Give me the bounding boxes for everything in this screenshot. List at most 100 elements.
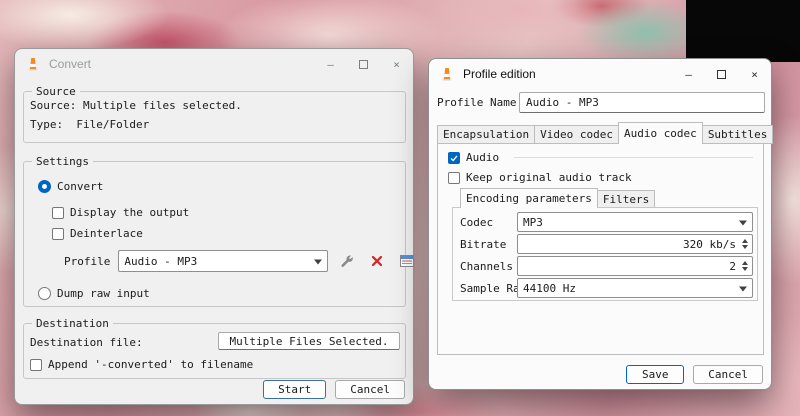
samplerate-value: 44100 Hz xyxy=(523,281,576,295)
append-converted-label: Append '-converted' to filename xyxy=(48,358,254,371)
chevron-down-icon xyxy=(314,259,323,268)
save-button[interactable]: Save xyxy=(626,365,685,384)
channels-row: Channels 2 xyxy=(453,256,757,276)
dump-raw-label: Dump raw input xyxy=(57,287,150,300)
source-line: Source: Multiple files selected. xyxy=(30,99,242,112)
spin-down-icon[interactable] xyxy=(742,245,748,249)
profile-tabs: Encapsulation Video codec Audio codec Su… xyxy=(437,122,774,144)
start-button[interactable]: Start xyxy=(263,380,327,399)
edit-profile-button[interactable] xyxy=(336,250,358,272)
check-icon xyxy=(450,154,458,161)
keep-original-label: Keep original audio track xyxy=(466,171,632,184)
destination-group-label: Destination xyxy=(32,316,113,331)
settings-group: Settings Convert Display the output Dein… xyxy=(23,154,415,307)
chevron-down-icon xyxy=(739,220,747,229)
profile-name-input[interactable]: Audio - MP3 xyxy=(519,92,765,113)
audio-checkbox[interactable] xyxy=(448,151,460,164)
profile-name-value: Audio - MP3 xyxy=(526,96,599,109)
minimize-icon: — xyxy=(685,67,692,81)
profile-titlebar[interactable]: Profile edition — × xyxy=(429,59,771,89)
codec-label: Codec xyxy=(460,215,494,229)
spin-up-icon[interactable] xyxy=(742,261,748,265)
close-icon: × xyxy=(751,67,758,81)
profile-list-icon xyxy=(400,255,415,267)
deinterlace-label: Deinterlace xyxy=(70,227,143,240)
append-converted-checkbox[interactable] xyxy=(30,358,42,371)
samplerate-select[interactable]: 44100 Hz xyxy=(517,278,753,298)
convert-buttons: Start Cancel xyxy=(263,380,405,399)
samplerate-row: Sample Rate 44100 Hz xyxy=(453,278,757,298)
profile-edition-dialog: Profile edition — × Profile Name Audio -… xyxy=(428,58,774,390)
channels-label: Channels xyxy=(460,259,513,273)
dump-raw-row: Dump raw input xyxy=(38,287,150,300)
tab-encapsulation[interactable]: Encapsulation xyxy=(437,125,536,144)
tab-encoding-parameters[interactable]: Encoding parameters xyxy=(460,188,598,208)
tab-video-codec[interactable]: Video codec xyxy=(534,125,619,144)
settings-group-label: Settings xyxy=(32,154,93,169)
convert-close-button[interactable]: × xyxy=(380,49,413,79)
type-line: Type: File/Folder xyxy=(30,118,150,131)
bitrate-value: 320 kb/s xyxy=(683,237,736,251)
destination-group: Destination Destination file: Multiple F… xyxy=(23,316,406,379)
convert-minimize-button[interactable]: — xyxy=(314,49,347,79)
destination-file-input[interactable]: Multiple Files Selected. xyxy=(218,332,400,350)
profile-dialog-title: Profile edition xyxy=(463,67,536,81)
channels-value: 2 xyxy=(729,259,736,273)
spin-up-icon[interactable] xyxy=(742,239,748,243)
profile-select-value: Audio - MP3 xyxy=(124,254,198,268)
profile-close-button[interactable]: × xyxy=(738,59,771,89)
audio-row: Audio xyxy=(448,151,499,164)
audio-group-line xyxy=(514,157,753,158)
profile-minimize-button[interactable]: — xyxy=(672,59,705,89)
profile-select[interactable]: Audio - MP3 xyxy=(118,250,329,272)
encoding-parameters-pane: Codec MP3 Bitrate 320 kb/s Channels 2 Sa… xyxy=(452,207,758,301)
new-profile-button[interactable] xyxy=(396,250,418,272)
bitrate-row: Bitrate 320 kb/s xyxy=(453,234,757,254)
black-strip xyxy=(686,0,800,62)
audio-codec-pane: Audio Keep original audio track Encoding… xyxy=(437,143,764,355)
convert-maximize-button[interactable] xyxy=(347,49,380,79)
dump-raw-radio[interactable] xyxy=(38,287,51,300)
destination-file-label-row: Destination file: xyxy=(30,336,143,349)
profile-cancel-button[interactable]: Cancel xyxy=(693,365,763,384)
destination-file-label: Destination file: xyxy=(30,336,143,349)
spin-down-icon[interactable] xyxy=(742,267,748,271)
keep-original-checkbox[interactable] xyxy=(448,171,460,184)
channels-stepper[interactable]: 2 xyxy=(517,256,753,276)
maximize-icon xyxy=(359,59,368,69)
convert-titlebar[interactable]: Convert — × xyxy=(15,49,413,79)
convert-dialog: Convert — × Source Source: Multiple file… xyxy=(14,48,415,405)
maximize-icon xyxy=(717,69,726,79)
minimize-icon: — xyxy=(327,57,334,71)
close-icon: × xyxy=(393,57,400,71)
wrench-icon xyxy=(341,255,354,267)
convert-radio[interactable] xyxy=(38,180,51,193)
tab-subtitles[interactable]: Subtitles xyxy=(701,125,774,144)
bitrate-label: Bitrate xyxy=(460,237,507,251)
desktop: Convert — × Source Source: Multiple file… xyxy=(0,0,800,416)
display-output-checkbox[interactable] xyxy=(52,206,64,219)
convert-dialog-title: Convert xyxy=(49,57,92,71)
tab-filters[interactable]: Filters xyxy=(596,190,656,208)
convert-cancel-button[interactable]: Cancel xyxy=(335,380,405,399)
profile-maximize-button[interactable] xyxy=(705,59,738,89)
profile-label: Profile xyxy=(64,254,111,268)
keep-original-row: Keep original audio track xyxy=(448,171,632,184)
chevron-down-icon xyxy=(739,286,747,295)
deinterlace-row: Deinterlace xyxy=(52,227,143,240)
profile-row: Profile Audio - MP3 xyxy=(64,250,418,272)
vlc-cone-icon xyxy=(441,68,453,81)
audio-label: Audio xyxy=(466,151,500,164)
convert-radio-row: Convert xyxy=(38,180,103,193)
display-output-row: Display the output xyxy=(52,206,189,219)
deinterlace-checkbox[interactable] xyxy=(52,227,64,240)
source-group-label: Source xyxy=(32,84,80,99)
source-group: Source Source: Multiple files selected. … xyxy=(23,84,406,143)
destination-file-value: Multiple Files Selected. xyxy=(229,334,389,348)
tab-audio-codec[interactable]: Audio codec xyxy=(617,122,703,144)
bitrate-stepper[interactable]: 320 kb/s xyxy=(517,234,753,254)
vlc-cone-icon xyxy=(27,58,39,71)
delete-profile-button[interactable] xyxy=(366,250,388,272)
convert-radio-label: Convert xyxy=(57,180,104,193)
codec-select[interactable]: MP3 xyxy=(517,212,753,232)
